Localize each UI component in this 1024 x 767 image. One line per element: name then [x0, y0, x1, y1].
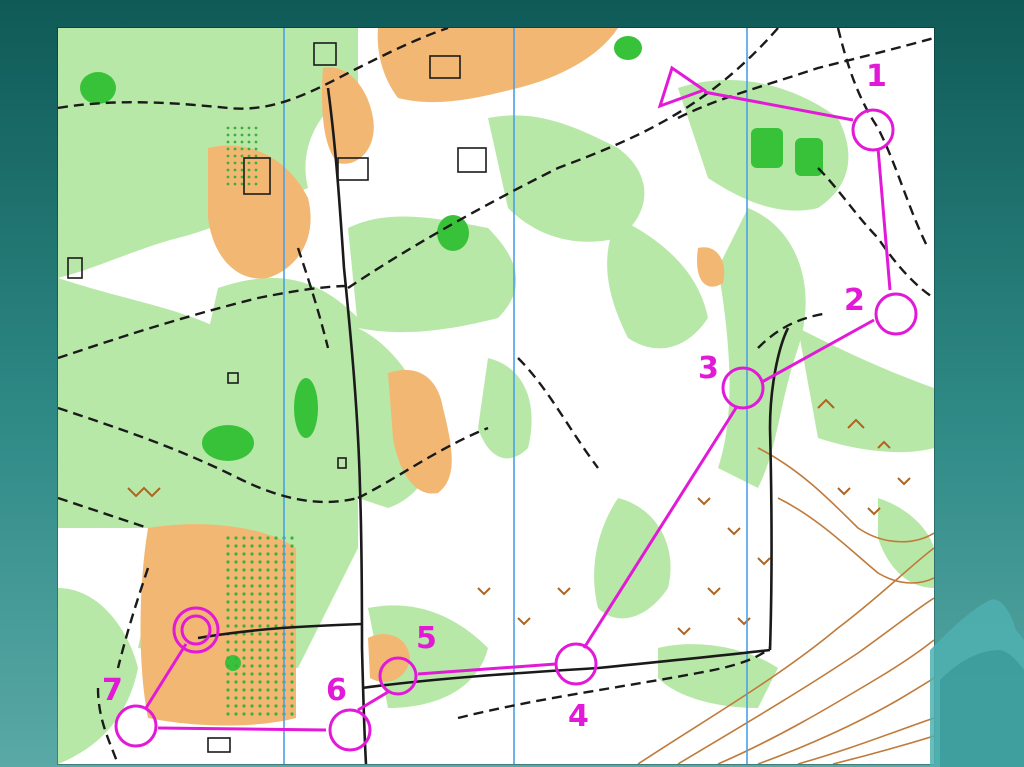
control-number-7: 7	[102, 673, 123, 708]
control-number-2: 2	[844, 283, 865, 318]
control-number-6: 6	[326, 673, 347, 708]
slide: 1 2 3 4 5 6 7	[0, 0, 1024, 767]
map-canvas: 1 2 3 4 5 6 7	[58, 28, 934, 764]
orienteering-map[interactable]: 1 2 3 4 5 6 7	[58, 28, 934, 764]
control-number-4: 4	[568, 699, 589, 734]
control-number-3: 3	[698, 351, 719, 386]
decorative-wave-graphic	[930, 599, 1024, 767]
leg-6-7	[157, 726, 327, 732]
control-number-5: 5	[416, 621, 437, 656]
control-number-1: 1	[866, 59, 887, 94]
